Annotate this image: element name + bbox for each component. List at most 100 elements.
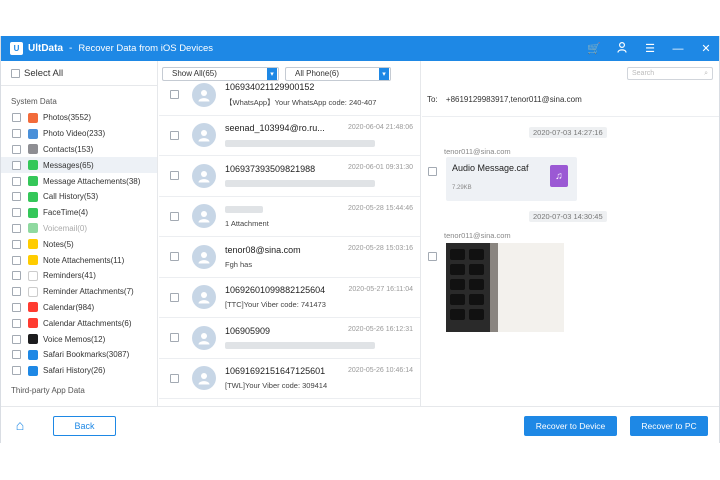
select-all-checkbox[interactable] [11,68,20,78]
category-checkbox[interactable] [12,287,21,297]
sender-2: tenor011@sina.com [444,231,511,240]
category-checkbox[interactable] [12,113,21,123]
recover-to-pc-button[interactable]: Recover to PC [630,416,708,436]
message-checkbox[interactable] [170,333,179,343]
message-row[interactable]: 10691692151647125601 [TWL]Your Viber code… [159,359,420,399]
back-button[interactable]: Back [53,416,116,436]
search-placeholder: Search [632,70,655,77]
sidebar-item-label: Photos(3552) [43,113,92,123]
message-date: 2020-05-28 15:44:46 [348,204,413,212]
category-checkbox[interactable] [12,160,21,170]
sidebar-item[interactable]: FaceTime(4) [1,205,157,221]
category-checkbox[interactable] [12,350,21,360]
message-row[interactable]: 106905909 2020-05-26 16:12:31 [159,318,420,359]
sidebar-item[interactable]: Reminder Attachments(7) [1,284,157,300]
calendar-icon [28,302,38,313]
select-all-row[interactable]: Select All [1,61,157,86]
message-checkbox[interactable] [170,171,179,181]
message-checkbox[interactable] [170,130,179,140]
sender-1: tenor011@sina.com [444,147,511,156]
sidebar-item[interactable]: Safari Bookmarks(3087) [1,347,157,363]
category-checkbox[interactable] [12,144,21,154]
message-date: 2020-06-04 21:48:06 [348,123,413,131]
note-attachment-icon [28,255,38,266]
close-icon[interactable]: ✕ [699,42,713,55]
sidebar-item[interactable]: Voicemail(0) [1,221,157,237]
sidebar-item[interactable]: Note Attachements(11) [1,252,157,268]
to-label: To: [427,95,438,104]
sidebar-item-label: Calendar Attachments(6) [43,318,132,328]
message-list: 106934021129900152 【WhatsApp】Your WhatsAp… [159,75,420,399]
category-checkbox[interactable] [12,192,21,202]
message-checkbox[interactable] [170,292,179,302]
sidebar-item[interactable]: Message Attachements(38) [1,173,157,189]
category-checkbox[interactable] [12,223,21,233]
message-preview: [TTC]Your Viber code: 741473 [225,300,326,310]
sidebar-item[interactable]: Notes(5) [1,236,157,252]
contacts-icon [28,144,38,155]
title-separator: - [69,43,73,54]
category-sidebar: Select All System Data Photos(3552) Photo… [1,61,158,406]
search-input[interactable]: Search ⌕ [627,67,713,80]
message-detail-panel: Search ⌕ To: +8619129983917,tenor011@sin… [422,61,719,406]
recover-to-device-button[interactable]: Recover to Device [524,416,617,436]
sidebar-item[interactable]: Photos(3552) [1,110,157,126]
category-checkbox[interactable] [12,366,21,376]
sidebar-item[interactable]: Messages(65) [1,157,157,174]
sidebar-item[interactable]: Calendar(984) [1,300,157,316]
category-checkbox[interactable] [12,239,21,249]
message-row[interactable]: 106934021129900152 【WhatsApp】Your WhatsAp… [159,75,420,116]
photo-checkbox[interactable] [428,252,437,261]
message-row[interactable]: 106937393509821988 2020-06-01 09:31:30 [159,156,420,197]
sidebar-item[interactable]: Calendar Attachments(6) [1,315,157,331]
message-date: 2020-06-01 09:31:30 [348,164,413,171]
message-preview: 【WhatsApp】Your WhatsApp code: 240-407 [225,97,377,107]
category-checkbox[interactable] [12,176,21,186]
category-list: Photos(3552) Photo Video(233) Contacts(153… [1,110,157,379]
attachment-checkbox[interactable] [428,167,437,176]
minimize-icon[interactable]: — [671,43,685,55]
message-row[interactable]: 1 Attachment 2020-05-28 15:44:46 [159,197,420,237]
calendar-attachment-icon [28,318,38,329]
sidebar-item[interactable]: Voice Memos(12) [1,331,157,347]
category-checkbox[interactable] [12,334,21,344]
message-checkbox[interactable] [170,211,179,221]
category-checkbox[interactable] [12,129,21,139]
sidebar-item[interactable]: Reminders(41) [1,268,157,284]
safari-icon [28,349,38,360]
group-avatar-icon [192,123,216,148]
photos-icon [28,112,38,123]
avatar-icon [192,82,216,107]
category-checkbox[interactable] [12,255,21,265]
message-checkbox[interactable] [170,90,179,100]
message-row[interactable]: tenor08@sina.com Fgh has 2020-05-28 15:03:… [159,237,420,278]
sidebar-item[interactable]: Photo Video(233) [1,126,157,142]
message-date: 2020-05-27 16:11:04 [348,285,413,293]
facetime-icon [28,207,38,218]
message-row[interactable]: seenad_103994@ro.ru... 2020-06-04 21:48:0… [159,116,420,156]
category-checkbox[interactable] [12,318,21,328]
app-window: U UltData - Recover Data from iOS Device… [0,36,720,443]
cart-icon[interactable]: 🛒 [587,42,601,55]
sidebar-item[interactable]: Call History(53) [1,189,157,205]
category-checkbox[interactable] [12,208,21,218]
audio-attachment[interactable]: Audio Message.caf 7.29KB ♫ [446,157,577,201]
menu-icon[interactable]: ☰ [643,42,657,55]
category-checkbox[interactable] [12,302,21,312]
user-icon[interactable] [615,41,629,56]
message-date: 2020-05-26 16:12:31 [348,326,413,333]
messages-icon [28,160,38,171]
sidebar-item[interactable]: Safari History(26) [1,363,157,379]
timestamp-2: 2020-07-03 14:30:45 [529,211,607,222]
video-icon [28,128,38,139]
message-checkbox[interactable] [170,373,179,383]
home-icon[interactable]: ⌂ [1,407,39,443]
sidebar-item-label: Calendar(984) [43,302,95,312]
message-row[interactable]: 10692601099882125604 [TTC]Your Viber code… [159,278,420,318]
sidebar-item[interactable]: Contacts(153) [1,142,157,158]
category-checkbox[interactable] [12,271,21,281]
message-preview [225,138,420,147]
message-checkbox[interactable] [170,252,179,262]
attachment-size: 7.29KB [452,185,472,191]
photo-attachment[interactable] [446,243,564,332]
